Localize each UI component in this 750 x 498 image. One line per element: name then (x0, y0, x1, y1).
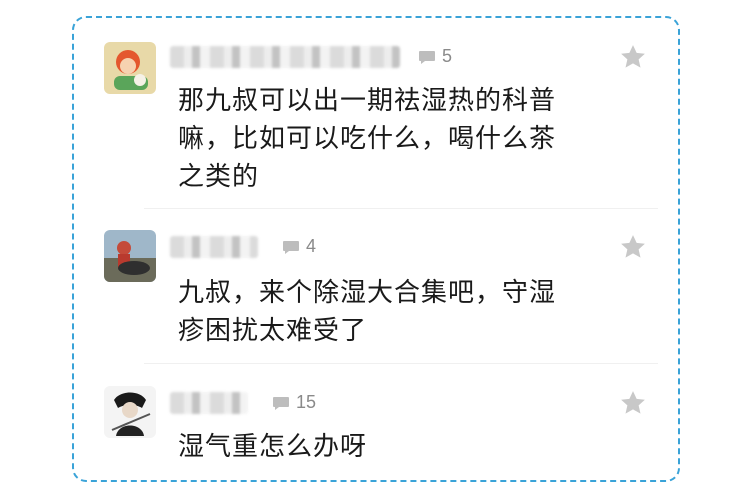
comment-text-line: 那九叔可以出一期祛湿热的科普 (178, 86, 557, 116)
comment-text-line: 九叔，来个除湿大合集吧，守湿 (178, 278, 557, 308)
reply-count[interactable]: 15 (272, 392, 316, 413)
comment-bubble-icon (282, 240, 300, 254)
reply-count-value: 5 (442, 46, 453, 66)
comment-text: 那九叔可以出一期祛湿热的科普 嘛，比如可以吃什么，喝什么茶 之类的 (178, 82, 556, 196)
comment-text: 九叔，来个除湿大合集吧，守湿 疹困扰太难受了 (178, 274, 556, 350)
reply-count[interactable]: 4 (282, 236, 316, 257)
divider (144, 208, 658, 209)
reply-count[interactable]: 5 (418, 46, 452, 67)
username-blurred (170, 236, 258, 258)
comment-text-line: 疹困扰太难受了 (178, 316, 368, 346)
username-blurred (170, 46, 400, 68)
avatar[interactable] (104, 386, 156, 438)
avatar[interactable] (104, 42, 156, 94)
star-icon[interactable] (618, 388, 648, 418)
comment-text-line: 湿气重怎么办呀 (178, 432, 368, 462)
reply-count-value: 4 (306, 236, 317, 256)
comment-text-line: 之类的 (178, 162, 260, 192)
comment-bubble-icon (272, 396, 290, 410)
comment-text-line: 嘛，比如可以吃什么，喝什么茶 (178, 124, 557, 154)
comment-text: 湿气重怎么办呀 (178, 428, 367, 466)
comment-list-panel: 5 那九叔可以出一期祛湿热的科普 嘛，比如可以吃什么，喝什么茶 之类的 4 九叔… (72, 16, 680, 482)
reply-count-value: 15 (296, 392, 317, 412)
divider (144, 363, 658, 364)
avatar[interactable] (104, 230, 156, 282)
username-blurred (170, 392, 248, 414)
comment-bubble-icon (418, 50, 436, 64)
star-icon[interactable] (618, 232, 648, 262)
star-icon[interactable] (618, 42, 648, 72)
